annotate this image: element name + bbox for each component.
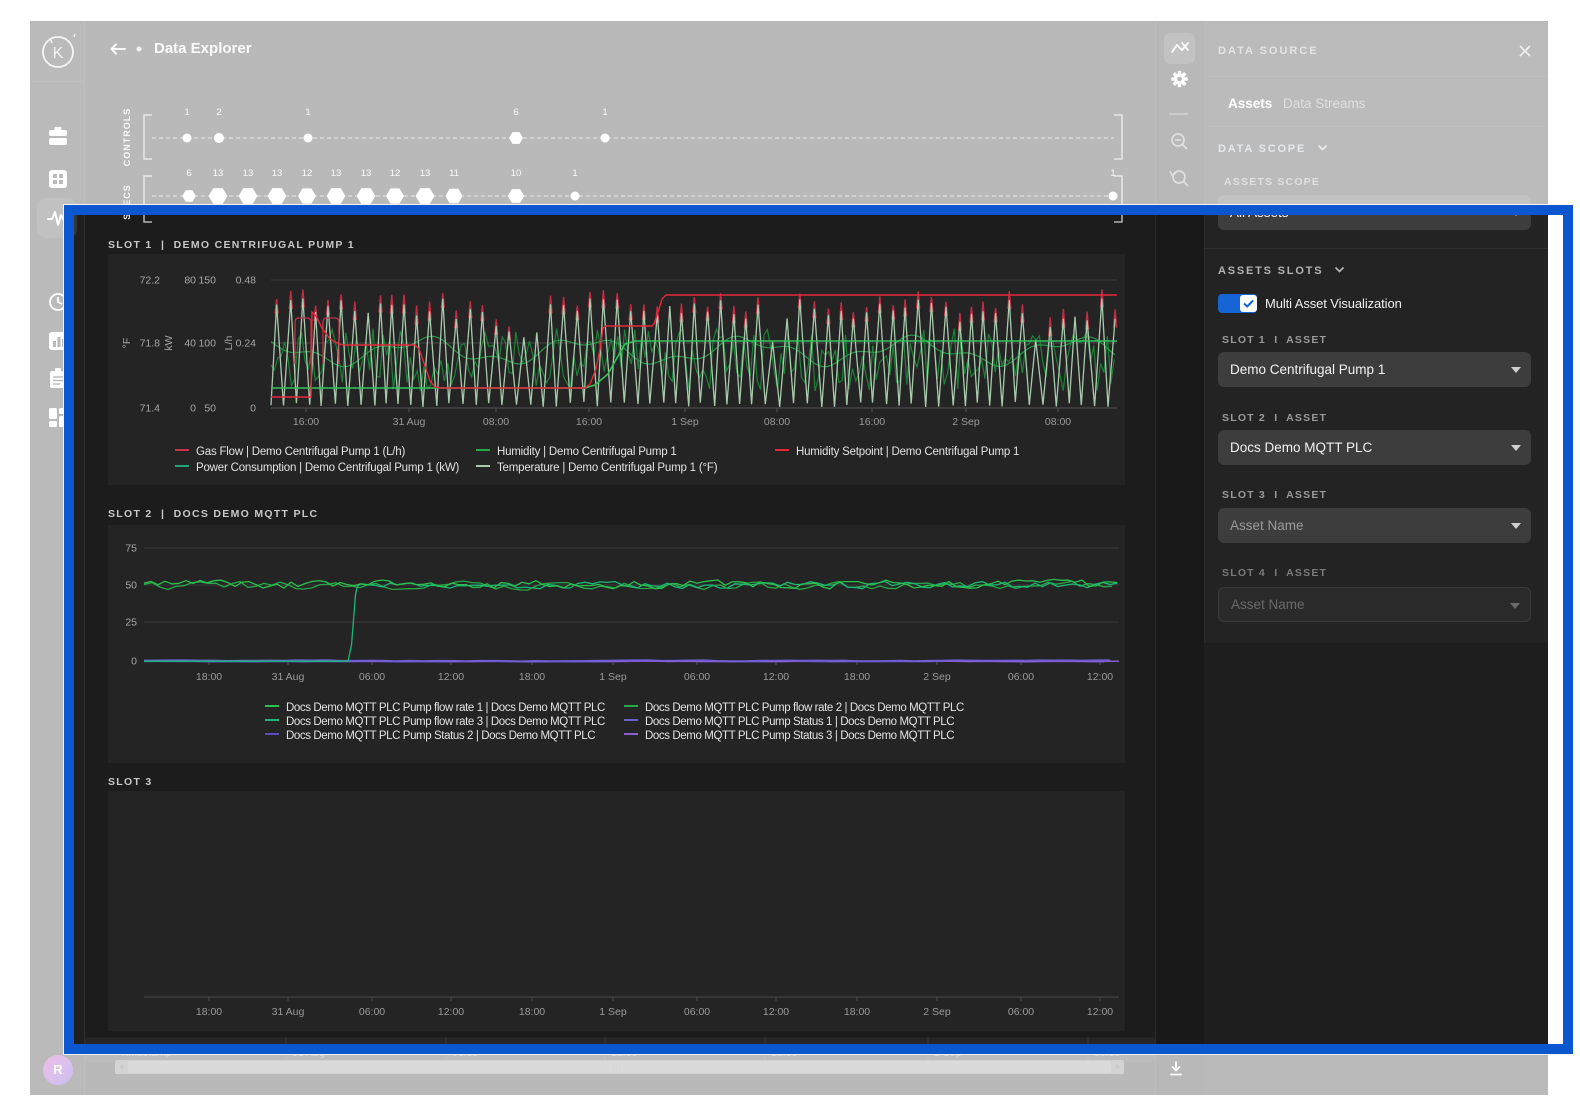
svg-text:13: 13 [331,168,342,179]
svg-text:K: K [53,45,64,62]
svg-text:11: 11 [449,168,459,179]
svg-text:10: 10 [511,168,522,179]
svg-text:1: 1 [572,168,577,179]
svg-text:CONTROLS: CONTROLS [122,108,132,167]
svg-text:1: 1 [1110,168,1115,179]
svg-text:12: 12 [390,168,401,179]
svg-text:13: 13 [420,168,431,179]
svg-text:1: 1 [602,107,607,118]
svg-text:13: 13 [213,168,224,179]
svg-text:13: 13 [361,168,372,179]
svg-text:1: 1 [305,107,310,118]
svg-text:13: 13 [243,168,254,179]
svg-text:1: 1 [184,107,189,118]
svg-text:13: 13 [272,168,283,179]
svg-text:2: 2 [216,107,221,118]
svg-text:6: 6 [513,107,518,118]
svg-text:6: 6 [186,168,191,179]
svg-text:12: 12 [302,168,313,179]
